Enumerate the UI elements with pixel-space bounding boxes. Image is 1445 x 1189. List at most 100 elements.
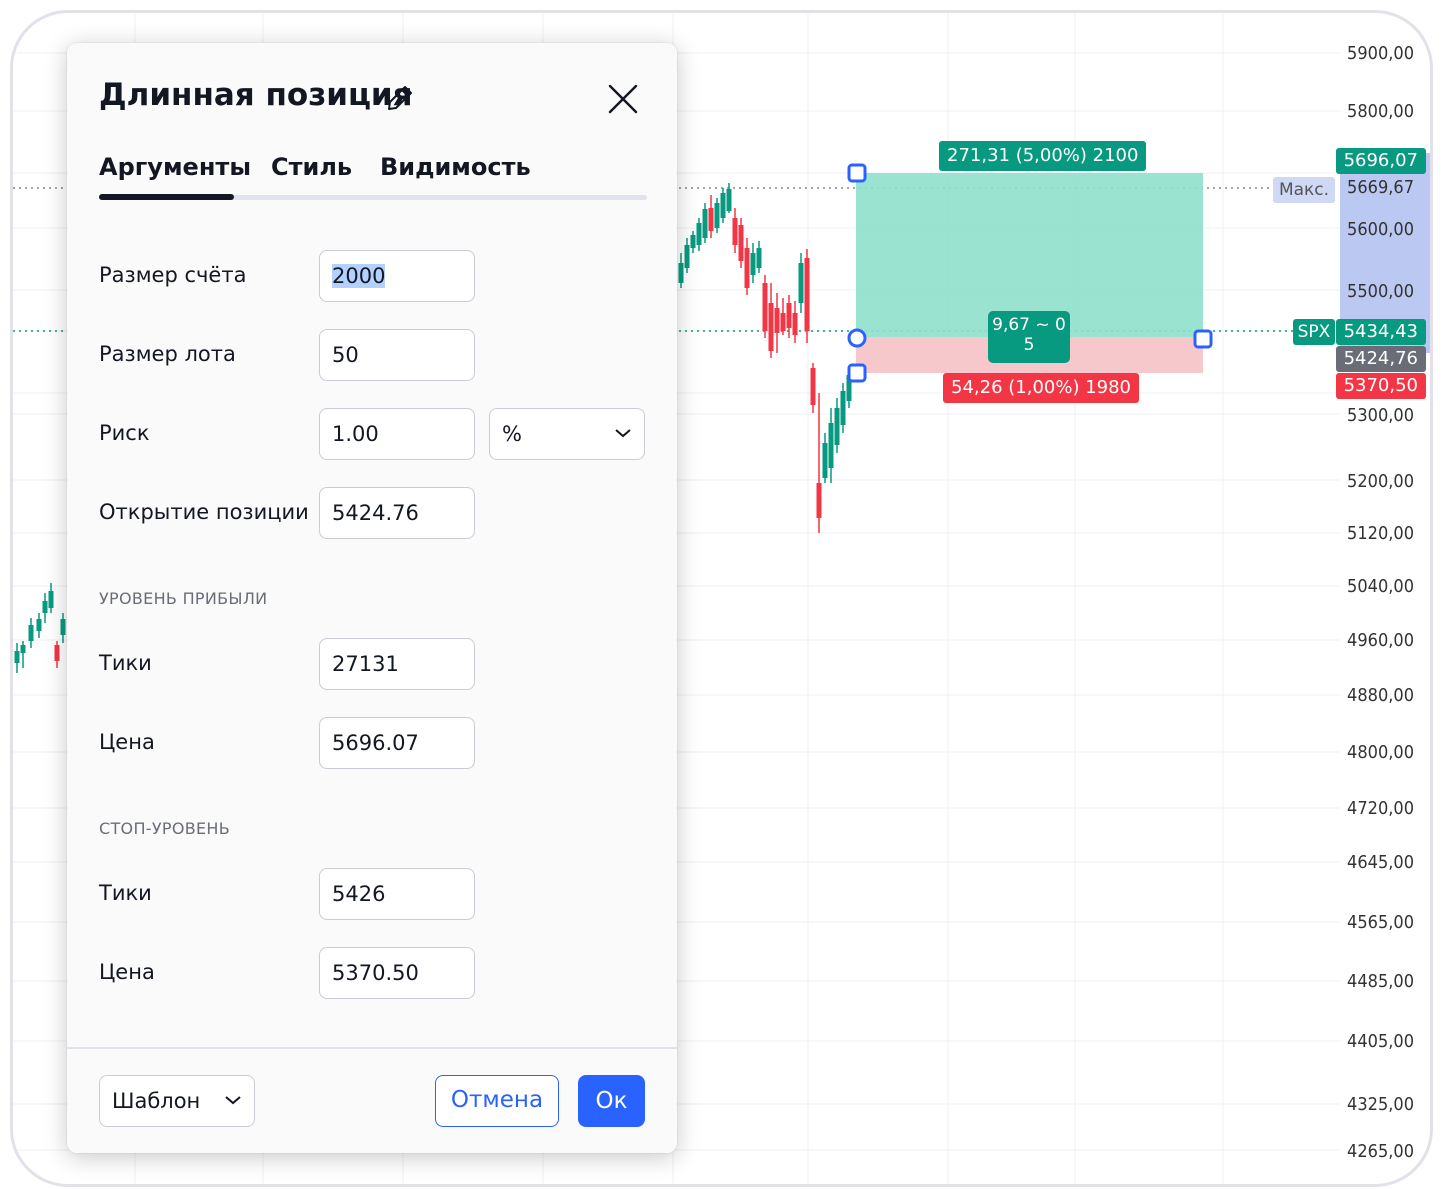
chevron-down-icon (615, 429, 631, 438)
price-axis-label: 5120,00 (1347, 523, 1414, 544)
center-label: 9,67 ~ 0 5 (988, 311, 1070, 363)
account-size-label: Размер счёта (99, 263, 247, 287)
price-axis-label: 4645,00 (1347, 852, 1414, 873)
candle-body (774, 308, 780, 333)
pencil-icon[interactable] (385, 83, 415, 113)
candle-body (48, 591, 54, 608)
stop-section-title: СТОП-УРОВЕНЬ (99, 819, 231, 838)
price-axis-label: 4485,00 (1347, 971, 1414, 992)
candle-body (684, 245, 690, 268)
candle-body (54, 645, 60, 661)
stop-price-label: Цена (99, 960, 155, 984)
price-axis-label: 4565,00 (1347, 912, 1414, 933)
price-axis-label: 5900,00 (1347, 43, 1414, 64)
candle-body (744, 248, 750, 288)
last-price-tag: 5434,43 (1336, 319, 1426, 345)
account-size-value: 2000 (332, 264, 386, 288)
stop-label: 54,26 (1,00%) 1980 (943, 373, 1140, 403)
center-label-line1: 9,67 ~ 0 (992, 315, 1066, 335)
entry-input[interactable]: 5424.76 (319, 487, 475, 539)
candle-body (816, 483, 822, 518)
candle-body (726, 189, 732, 211)
candle-body (810, 368, 816, 405)
entry-price-tag: 5424,76 (1336, 346, 1426, 372)
candle-body (678, 263, 684, 283)
candle-body (792, 313, 798, 335)
candle-body (840, 391, 846, 425)
price-axis-label: 5200,00 (1347, 471, 1414, 492)
risk-unit-value: % (502, 422, 522, 446)
risk-input[interactable]: 1.00 (319, 408, 475, 460)
profit-price-label: Цена (99, 730, 155, 754)
symbol-tag: SPX (1293, 319, 1335, 345)
high-price-tag: 5669,67 (1347, 177, 1414, 198)
ok-button[interactable]: Ок (578, 1075, 645, 1127)
candle-body (804, 258, 810, 331)
profit-section-title: УРОВЕНЬ ПРИБЫЛИ (99, 589, 268, 608)
candle-body (762, 283, 768, 331)
price-axis-label: 5040,00 (1347, 576, 1414, 597)
target-label: 271,31 (5,00%) 2100 (939, 141, 1147, 171)
candle-body (828, 423, 834, 468)
screenshot-frame: 271,31 (5,00%) 2100 9,67 ~ 0 5 54,26 (1,… (10, 10, 1433, 1187)
tab-visibility[interactable]: Видимость (380, 153, 531, 181)
profit-ticks-label: Тики (99, 651, 152, 675)
price-axis-label: 5300,00 (1347, 405, 1414, 426)
cancel-button[interactable]: Отмена (435, 1075, 559, 1127)
candle-body (780, 313, 786, 331)
price-axis-label: 4800,00 (1347, 742, 1414, 763)
candle-body (732, 218, 738, 245)
price-axis-label: 4325,00 (1347, 1094, 1414, 1115)
candle-body (822, 443, 828, 478)
account-size-input[interactable]: 2000 (319, 250, 475, 302)
price-axis-label: 4880,00 (1347, 685, 1414, 706)
candle-body (28, 625, 34, 641)
candle-body (714, 203, 720, 228)
candle-body (702, 209, 708, 238)
candle-body (720, 193, 726, 218)
lot-size-label: Размер лота (99, 342, 236, 366)
stop-ticks-input[interactable]: 5426 (319, 868, 475, 920)
profit-ticks-input[interactable]: 27131 (319, 638, 475, 690)
entry-handle[interactable] (847, 328, 867, 348)
candle-body (690, 235, 696, 248)
target-handle[interactable] (847, 163, 867, 183)
close-icon[interactable] (605, 81, 641, 117)
dialog-title: Длинная позиция (99, 77, 413, 113)
price-axis-label: 5800,00 (1347, 101, 1414, 122)
lot-size-input[interactable]: 50 (319, 329, 475, 381)
candle-body (738, 225, 744, 261)
price-axis-label: 5500,00 (1347, 281, 1414, 302)
template-label: Шаблон (112, 1089, 201, 1113)
tab-style[interactable]: Стиль (271, 153, 352, 181)
candle-body (20, 645, 26, 653)
price-axis-label: 4720,00 (1347, 798, 1414, 819)
candle-body (14, 651, 20, 663)
template-dropdown[interactable]: Шаблон (99, 1075, 255, 1127)
stop-price-input[interactable]: 5370.50 (319, 947, 475, 999)
footer-divider (67, 1047, 677, 1049)
risk-label: Риск (99, 421, 150, 445)
long-position-dialog: Длинная позиция Аргументы Стиль Видимост… (67, 43, 677, 1153)
price-axis-label: 4960,00 (1347, 630, 1414, 651)
candle-body (696, 223, 702, 245)
right-handle[interactable] (1193, 329, 1213, 349)
candle-body (708, 208, 714, 231)
stop-handle[interactable] (847, 363, 867, 383)
price-axis-label: 5600,00 (1347, 219, 1414, 240)
chevron-down-icon (225, 1096, 241, 1105)
stop-ticks-label: Тики (99, 881, 152, 905)
candle-body (768, 303, 774, 351)
candle-body (60, 619, 66, 635)
price-axis-label: 4405,00 (1347, 1031, 1414, 1052)
candle-body (36, 619, 42, 631)
risk-unit-select[interactable]: % (489, 408, 645, 460)
profit-price-input[interactable]: 5696.07 (319, 717, 475, 769)
stop-price-tag: 5370,50 (1336, 373, 1426, 399)
center-label-line2: 5 (1023, 335, 1035, 355)
target-price-tag: 5696,07 (1336, 148, 1426, 174)
candle-body (786, 303, 792, 328)
tab-arguments[interactable]: Аргументы (99, 153, 251, 181)
high-label: Макс. (1273, 177, 1335, 203)
active-tab-indicator (99, 194, 234, 200)
